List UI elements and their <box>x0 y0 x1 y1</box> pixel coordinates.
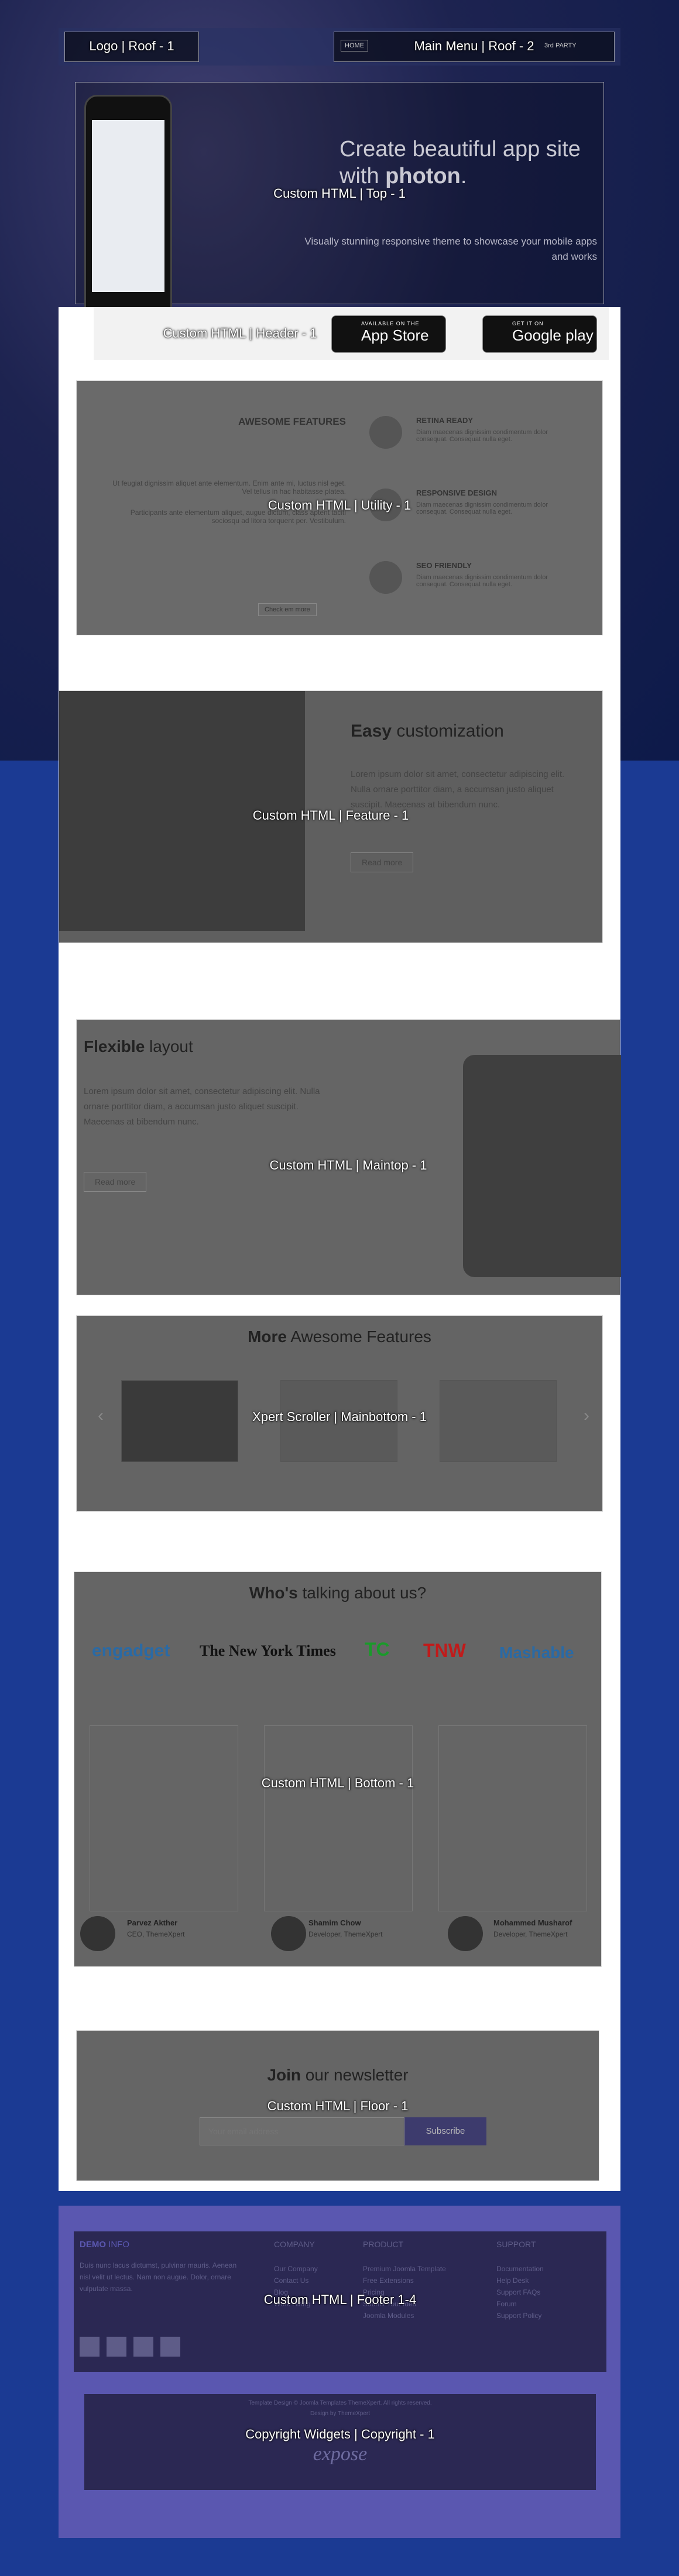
features-p1: Ut feugiat dignissim aliquet ante elemen… <box>112 479 346 496</box>
copyright-section: Template Design © Joomla Templates Theme… <box>84 2394 596 2490</box>
avatar <box>80 1916 115 1951</box>
app-store-button[interactable]: AVAILABLE ON THE App Store <box>331 315 446 353</box>
newsletter-email-input[interactable] <box>200 2117 404 2145</box>
flexible-read-more-button[interactable]: Read more <box>84 1172 147 1192</box>
roof1-position <box>64 32 199 62</box>
retina-icon <box>369 416 402 449</box>
person-role: Developer, ThemeXpert <box>493 1930 568 1938</box>
nav-home[interactable]: HOME <box>341 40 368 51</box>
hero-subtext: Visually stunning responsive theme to sh… <box>304 236 597 262</box>
facebook-icon[interactable] <box>107 2337 126 2357</box>
hero-headline: Create beautiful app site with photon. <box>340 137 581 188</box>
footer-link[interactable]: Free Extensions <box>363 2275 446 2286</box>
google-play-button[interactable]: GET IT ON Google play <box>482 315 597 353</box>
footer-area: DEMO INFO Duis nunc lacus dictumst, pulv… <box>59 2206 620 2538</box>
testimonial-card <box>264 1725 413 1911</box>
footer-col-title: PRODUCT <box>363 2240 404 2249</box>
flexible-text: Lorem ipsum dolor sit amet, consectetur … <box>84 1086 320 1127</box>
person-role: Developer, ThemeXpert <box>308 1930 383 1938</box>
footer-link[interactable]: Our Company <box>274 2263 318 2275</box>
footer-col-list: Premium Joomla Template Free Extensions … <box>363 2263 446 2322</box>
footer-link[interactable]: Support Policy <box>496 2310 544 2322</box>
engadget-logo: engadget <box>92 1641 170 1660</box>
footer-col-title: COMPANY <box>274 2240 315 2249</box>
copyright-text: Template Design © Joomla Templates Theme… <box>248 2400 432 2406</box>
header1-section: AVAILABLE ON THE App Store GET IT ON Googl… <box>59 307 620 377</box>
testimonial-card <box>90 1725 238 1911</box>
check-em-more-button[interactable]: Check em more <box>258 603 317 616</box>
header-area: Create beautiful app site with photon. Vi… <box>59 66 620 329</box>
avatar <box>448 1916 483 1951</box>
footer-section: DEMO INFO Duis nunc lacus dictumst, pulv… <box>74 2231 606 2372</box>
footer-link[interactable]: Premium Joomla Template <box>363 2263 446 2275</box>
customization-text: Lorem ipsum dolor sit amet, consectetur … <box>351 769 565 810</box>
footer-col-list: Our Company Contact Us Blog Work Hiring <box>274 2263 318 2310</box>
scroller-prev-icon[interactable]: ‹ <box>98 1406 104 1426</box>
feature-item: RESPONSIVE DESIGN Diam maecenas dignissi… <box>369 489 580 559</box>
footer-link[interactable]: Blog <box>274 2286 318 2298</box>
techcrunch-logo: TC <box>365 1639 390 1660</box>
footer-link[interactable]: Submit Your Idea <box>363 2298 446 2310</box>
scroller-next-icon[interactable]: › <box>584 1406 589 1426</box>
demo-info-title: DEMO INFO <box>80 2240 129 2250</box>
scroller-item[interactable] <box>440 1380 557 1462</box>
footer-link[interactable]: Help Desk <box>496 2275 544 2286</box>
floor1-label: Custom HTML | Floor - 1 <box>267 2099 409 2113</box>
responsive-icon <box>369 489 402 521</box>
subscribe-button[interactable]: Subscribe <box>404 2117 486 2145</box>
footer-link[interactable]: Support FAQs <box>496 2286 544 2298</box>
footer-link[interactable]: Work Hiring <box>274 2298 318 2310</box>
bottom-section: Who's talking about us? engadget The New… <box>74 1571 602 1967</box>
footer-col-title: SUPPORT <box>496 2240 536 2249</box>
features-list: RETINA READY Diam maecenas dignissim con… <box>369 416 580 594</box>
googleplus-icon[interactable] <box>133 2337 153 2357</box>
newsletter-heading: Join our newsletter <box>267 2066 409 2084</box>
customization-heading: Easy customization <box>351 721 504 741</box>
dashboard-screenshot <box>59 691 305 931</box>
features-title: AWESOME FEATURES <box>238 416 346 427</box>
seo-icon <box>369 561 402 594</box>
footer-link[interactable]: Forum <box>496 2298 544 2310</box>
feature-section: Easy customization Lorem ipsum dolor sit… <box>59 690 603 943</box>
features-p2: Participants ante elementum aliquet, aug… <box>130 508 346 525</box>
read-more-button[interactable]: Read more <box>351 852 414 872</box>
footer-link[interactable]: Pricing <box>363 2286 446 2298</box>
avatar <box>271 1916 306 1951</box>
talking-heading: Who's talking about us? <box>249 1584 427 1602</box>
tablet-mockup <box>463 1055 621 1277</box>
expose-logo: expose <box>313 2443 368 2465</box>
nav-third-party[interactable]: 3rd PARTY <box>544 42 577 49</box>
person-role: CEO, ThemeXpert <box>127 1930 185 1938</box>
more-features-heading: More Awesome Features <box>248 1327 431 1346</box>
demo-info-text: Duis nunc lacus dictumst, pulvinar mauri… <box>80 2261 237 2293</box>
mainbottom-section: More Awesome Features ‹ › Xpert Scroller… <box>76 1315 603 1512</box>
person-name: Mohammed Musharof <box>493 1918 572 1927</box>
roof-bar: Logo | Roof - 1 HOME 3rd PARTY Main Menu… <box>59 28 620 66</box>
youtube-icon[interactable] <box>160 2337 180 2357</box>
feature-item: SEO FRIENDLY Diam maecenas dignissim con… <box>369 561 580 631</box>
design-by-text: Design by ThemeXpert <box>310 2410 371 2417</box>
footer-link[interactable]: Contact Us <box>274 2275 318 2286</box>
mashable-logo: Mashable <box>499 1643 574 1662</box>
footer-col-list: Documentation Help Desk Support FAQs For… <box>496 2263 544 2322</box>
scroller-item[interactable] <box>121 1380 238 1462</box>
twitter-icon[interactable] <box>80 2337 100 2357</box>
utility-section: AWESOME FEATURES Ut feugiat dignissim al… <box>76 380 603 635</box>
scroller-item[interactable] <box>280 1380 397 1462</box>
footer-link[interactable]: Documentation <box>496 2263 544 2275</box>
person-name: Parvez Akther <box>127 1918 178 1927</box>
tnw-logo: TNW <box>423 1640 466 1661</box>
copyright-label: Copyright Widgets | Copyright - 1 <box>245 2427 435 2441</box>
footer-link[interactable]: Joomla Modules <box>363 2310 446 2322</box>
testimonial-card <box>438 1725 587 1911</box>
floor-section: Join our newsletter Subscribe Custom HTM… <box>76 2030 599 2181</box>
feature-item: RETINA READY Diam maecenas dignissim con… <box>369 416 580 486</box>
flexible-heading: Flexible layout <box>84 1037 193 1055</box>
phone-mockup <box>84 95 172 329</box>
maintop-section: Flexible layout Lorem ipsum dolor sit am… <box>76 1019 621 1295</box>
nyt-logo: The New York Times <box>200 1642 336 1659</box>
person-name: Shamim Chow <box>308 1918 361 1927</box>
